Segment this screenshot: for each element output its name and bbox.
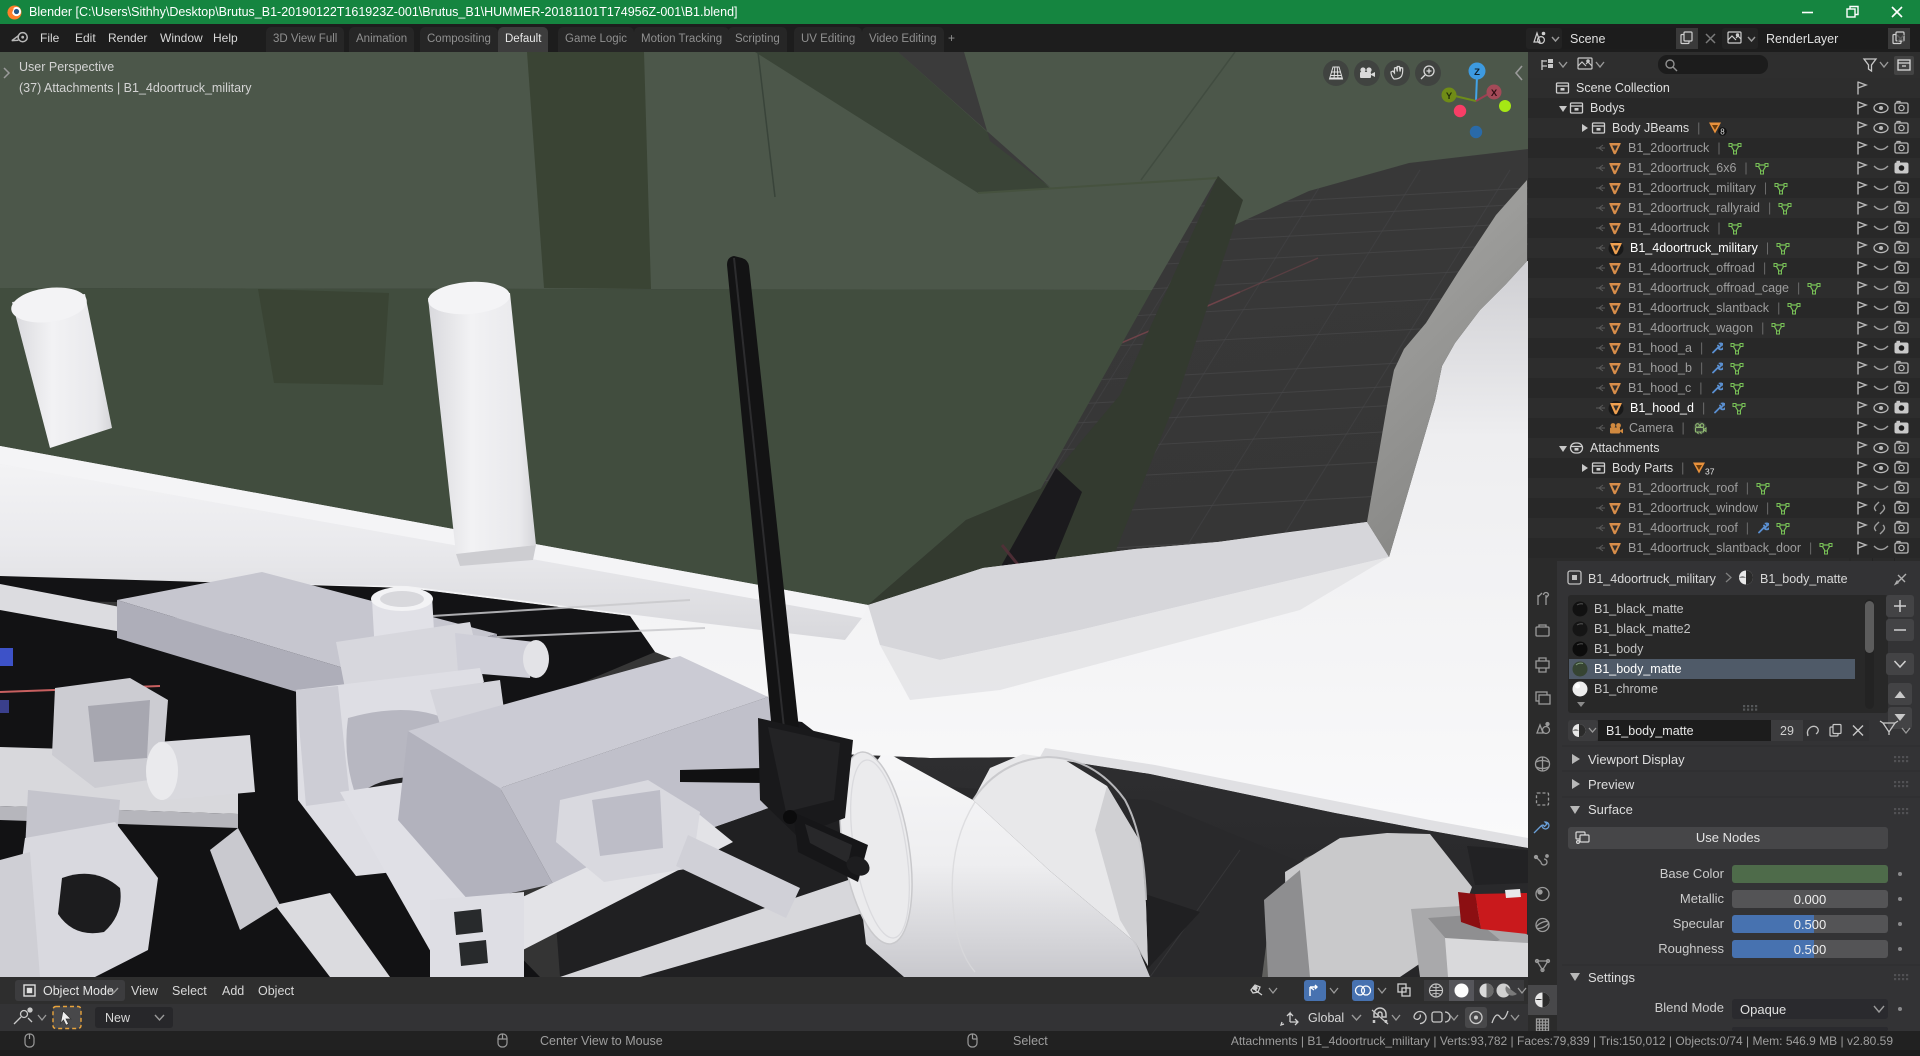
svg-text:B1_4doortruck_military: B1_4doortruck_military — [1588, 572, 1717, 586]
svg-text:Surface: Surface — [1588, 802, 1633, 817]
svg-text:Opaque: Opaque — [1740, 1002, 1786, 1017]
svg-text:Select: Select — [172, 984, 207, 998]
svg-text:0.500: 0.500 — [1794, 917, 1827, 932]
svg-text:Settings: Settings — [1588, 970, 1635, 985]
svg-text:Roughness: Roughness — [1658, 941, 1724, 956]
svg-text:Attachments | B1_4doortruck_mi: Attachments | B1_4doortruck_military | V… — [1231, 1034, 1893, 1048]
svg-text:Select: Select — [1013, 1034, 1048, 1048]
svg-text:Center View to Mouse: Center View to Mouse — [540, 1034, 663, 1048]
svg-text:B1_black_matte2: B1_black_matte2 — [1594, 622, 1691, 636]
svg-text:Object: Object — [258, 984, 295, 998]
svg-text:Viewport Display: Viewport Display — [1588, 752, 1685, 767]
svg-text:29: 29 — [1780, 724, 1794, 738]
svg-text:Y: Y — [1446, 91, 1453, 102]
svg-text:New: New — [105, 1011, 131, 1025]
svg-text:Preview: Preview — [1588, 777, 1635, 792]
svg-text:(37) Attachments | B1_4doortru: (37) Attachments | B1_4doortruck_militar… — [19, 81, 252, 95]
svg-text:0.000: 0.000 — [1794, 892, 1827, 907]
svg-text:B1_body_matte: B1_body_matte — [1594, 662, 1682, 676]
svg-text:RenderLayer: RenderLayer — [1766, 32, 1838, 46]
svg-text:Scene: Scene — [1570, 32, 1605, 46]
svg-text:Use Nodes: Use Nodes — [1696, 830, 1761, 845]
svg-text:X: X — [1491, 88, 1498, 99]
svg-text:View: View — [131, 984, 159, 998]
svg-text:Object Mode: Object Mode — [43, 984, 114, 998]
svg-text:Blend Mode: Blend Mode — [1655, 1000, 1724, 1015]
svg-text:B1_chrome: B1_chrome — [1594, 682, 1658, 696]
svg-text:Add: Add — [222, 984, 244, 998]
svg-text:0.500: 0.500 — [1794, 942, 1827, 957]
svg-text:Global: Global — [1308, 1011, 1344, 1025]
svg-text:B1_body: B1_body — [1594, 642, 1644, 656]
svg-text:User Perspective: User Perspective — [19, 60, 114, 74]
svg-text:B1_body_matte: B1_body_matte — [1760, 572, 1848, 586]
svg-text:Specular: Specular — [1673, 916, 1725, 931]
svg-text:Base Color: Base Color — [1660, 866, 1725, 881]
svg-text:Metallic: Metallic — [1680, 891, 1725, 906]
svg-text:B1_body_matte: B1_body_matte — [1606, 724, 1694, 738]
svg-text:Z: Z — [1474, 67, 1480, 78]
svg-text:B1_black_matte: B1_black_matte — [1594, 602, 1684, 616]
